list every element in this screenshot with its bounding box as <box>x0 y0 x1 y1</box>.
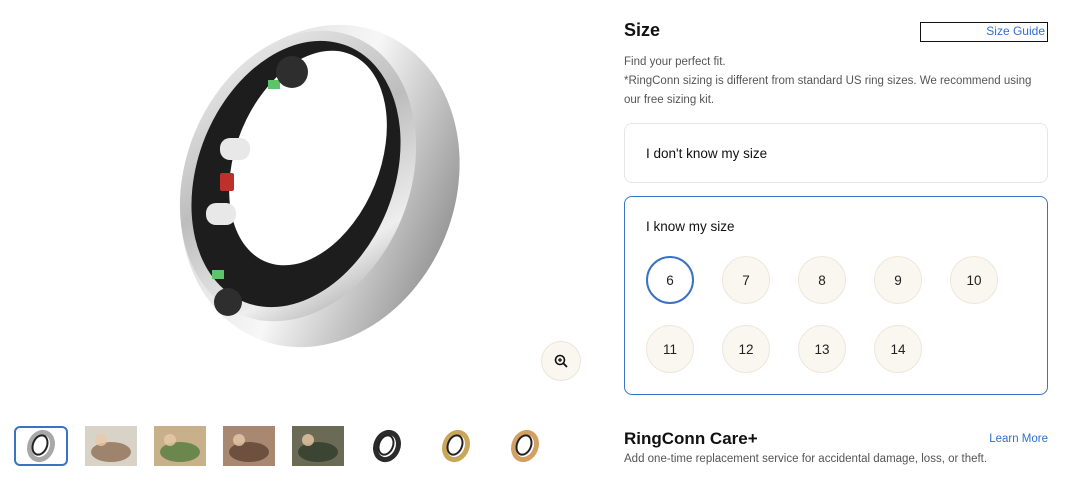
fit-text: Find your perfect fit. <box>624 56 726 68</box>
ring-icon <box>442 429 470 463</box>
zoom-button[interactable] <box>541 341 581 381</box>
size-option-13[interactable]: 13 <box>798 325 846 373</box>
size-panel: Size Size Guide Find your perfect fit. *… <box>624 0 1048 478</box>
thumb-rose-gold-ring[interactable] <box>498 426 552 466</box>
option-unknown-label: I don't know my size <box>646 146 768 161</box>
photo-icon <box>223 426 275 466</box>
size-option-14[interactable]: 14 <box>874 325 922 373</box>
learn-more-link[interactable]: Learn More <box>989 433 1048 445</box>
photo-icon <box>85 426 137 466</box>
option-known-label: I know my size <box>646 219 735 234</box>
ring-icon <box>373 429 401 463</box>
ring-icon <box>511 429 539 463</box>
thumb-gold-ring[interactable] <box>429 426 483 466</box>
size-option-6[interactable]: 6 <box>646 256 694 304</box>
size-description: Find your perfect fit. *RingConn sizing … <box>624 53 1044 110</box>
size-option-10[interactable]: 10 <box>950 256 998 304</box>
option-unknown-size[interactable]: I don't know my size <box>624 123 1048 183</box>
care-plus-description: Add one-time replacement service for acc… <box>624 453 988 465</box>
product-main-image <box>179 24 460 348</box>
size-option-12[interactable]: 12 <box>722 325 770 373</box>
photo-icon <box>154 426 206 466</box>
thumb-outdoor-photo[interactable] <box>291 426 345 466</box>
thumb-black-ring[interactable] <box>360 426 414 466</box>
product-gallery <box>0 0 600 478</box>
thumb-hand-photo[interactable] <box>84 426 138 466</box>
care-plus-heading: RingConn Care+ <box>624 429 758 448</box>
size-option-9[interactable]: 9 <box>874 256 922 304</box>
thumb-silver-ring[interactable] <box>14 426 68 466</box>
size-option-8[interactable]: 8 <box>798 256 846 304</box>
option-known-size[interactable]: I know my size 6 7 8 9 10 11 12 13 14 <box>624 196 1048 395</box>
size-option-11[interactable]: 11 <box>646 325 694 373</box>
thumb-hands-photo[interactable] <box>222 426 276 466</box>
zoom-in-icon <box>554 354 568 368</box>
photo-icon <box>292 426 344 466</box>
size-option-7[interactable]: 7 <box>722 256 770 304</box>
size-heading: Size <box>624 20 661 40</box>
sizing-note: *RingConn sizing is different from stand… <box>624 75 1032 106</box>
size-guide-link[interactable]: Size Guide <box>920 22 1048 42</box>
ring-icon <box>27 429 55 463</box>
thumb-plant-photo[interactable] <box>153 426 207 466</box>
